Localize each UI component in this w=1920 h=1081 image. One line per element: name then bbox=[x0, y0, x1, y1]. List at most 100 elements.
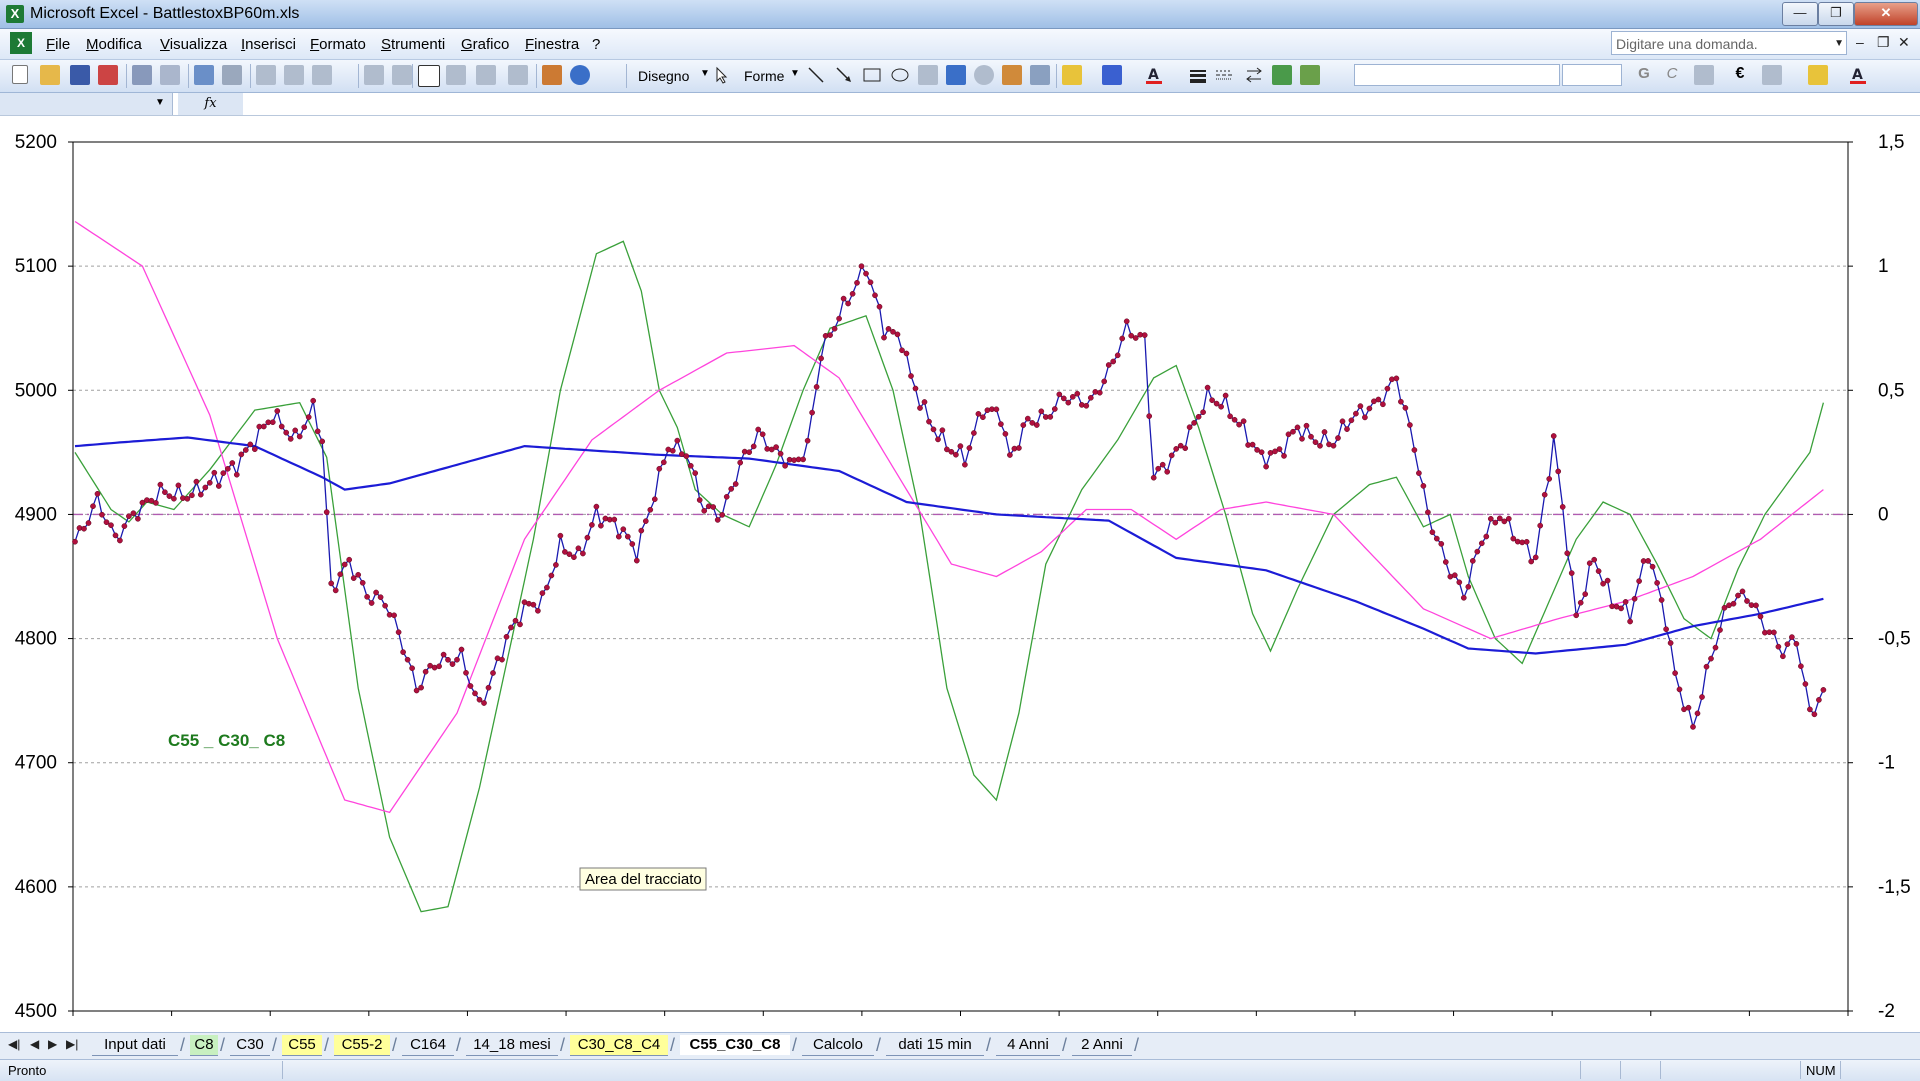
cut-icon[interactable] bbox=[256, 65, 276, 85]
arrow-icon[interactable] bbox=[834, 65, 854, 85]
menu-formato[interactable]: Formato bbox=[310, 36, 366, 53]
menu-help[interactable]: ? bbox=[592, 36, 600, 53]
workbook-restore-button[interactable]: ❐ bbox=[1877, 34, 1890, 51]
line-icon[interactable] bbox=[806, 65, 826, 85]
undo-icon[interactable] bbox=[364, 65, 384, 85]
italic-icon[interactable]: C bbox=[1662, 65, 1682, 85]
chart-svg[interactable]: 5200 5100 5000 4900 4800 4700 4600 4500 1,5 1 0,5 0… bbox=[0, 116, 1920, 1032]
price-marker bbox=[1038, 408, 1045, 415]
textbox-icon[interactable] bbox=[918, 65, 938, 85]
dash-style-icon[interactable] bbox=[1214, 65, 1234, 85]
highlight-fill-icon[interactable] bbox=[1808, 65, 1828, 85]
sheet-tab[interactable]: C30 bbox=[230, 1035, 270, 1056]
ask-question-box[interactable]: Digitare una domanda. ▼ bbox=[1611, 31, 1847, 55]
save-icon[interactable] bbox=[70, 65, 90, 85]
sheet-tab[interactable]: dati 15 min bbox=[886, 1035, 984, 1056]
first-sheet-icon[interactable]: ◀| bbox=[8, 1037, 20, 1051]
permission-icon[interactable] bbox=[98, 65, 118, 85]
sheet-tab[interactable]: C55 bbox=[282, 1035, 322, 1056]
chart-wizard-icon[interactable] bbox=[542, 65, 562, 85]
last-sheet-icon[interactable]: ▶| bbox=[66, 1037, 78, 1051]
font-color-icon[interactable]: A bbox=[1144, 65, 1164, 85]
redo-icon[interactable] bbox=[392, 65, 412, 85]
sheet-tab[interactable]: 14_18 mesi bbox=[466, 1035, 558, 1056]
prev-sheet-icon[interactable]: ◀ bbox=[30, 1037, 39, 1051]
insert-function-icon[interactable]: fx bbox=[178, 93, 243, 115]
sort-icon[interactable] bbox=[508, 65, 528, 85]
draw-menu[interactable]: Disegno bbox=[638, 68, 689, 84]
text-color-icon[interactable]: A bbox=[1848, 65, 1868, 85]
3d-icon[interactable] bbox=[1300, 65, 1320, 85]
sheet-tab[interactable]: C8 bbox=[190, 1035, 218, 1056]
menu-finestra[interactable]: Finestra bbox=[525, 36, 579, 53]
sheet-tab[interactable]: Calcolo bbox=[802, 1035, 874, 1056]
excel-app-icon[interactable]: X bbox=[6, 5, 24, 23]
shapes-menu[interactable]: Forme bbox=[744, 68, 784, 84]
autosum-icon[interactable] bbox=[446, 65, 466, 85]
font-size-dropdown[interactable] bbox=[1562, 64, 1622, 86]
help-icon[interactable] bbox=[570, 65, 590, 85]
tab-divider: / bbox=[670, 1035, 676, 1055]
wordart-icon[interactable] bbox=[946, 65, 966, 85]
arrow-style-icon[interactable] bbox=[1244, 65, 1264, 85]
restore-button[interactable]: ❐ bbox=[1818, 2, 1854, 26]
price-marker bbox=[1353, 410, 1359, 417]
line-color-icon[interactable] bbox=[1102, 65, 1122, 85]
euro-icon[interactable]: € bbox=[1730, 65, 1750, 85]
menu-strumenti[interactable]: Strumenti bbox=[381, 36, 445, 53]
chevron-down-icon[interactable]: ▼ bbox=[700, 68, 710, 79]
fill-color-icon[interactable] bbox=[1062, 65, 1082, 85]
spelling-icon[interactable] bbox=[194, 65, 214, 85]
sheet-tab[interactable]: C55-2 bbox=[334, 1035, 390, 1056]
sheet-tab[interactable]: C30_C8_C4 bbox=[570, 1035, 668, 1056]
menu-grafico[interactable]: Grafico bbox=[461, 36, 509, 53]
open-folder-icon[interactable] bbox=[40, 65, 60, 85]
select-objects-icon[interactable] bbox=[712, 65, 732, 85]
picture-icon[interactable] bbox=[1030, 65, 1050, 85]
chart-area[interactable]: 5200 5100 5000 4900 4800 4700 4600 4500 1,5 1 0,5 0… bbox=[0, 116, 1920, 1032]
print-preview-icon[interactable] bbox=[160, 65, 180, 85]
sheet-tab[interactable]: 2 Anni bbox=[1072, 1035, 1132, 1056]
menu-visualizza[interactable]: Visualizza bbox=[160, 36, 227, 53]
chevron-down-icon[interactable]: ▼ bbox=[1834, 32, 1844, 56]
hyperlink-icon[interactable] bbox=[418, 65, 440, 87]
next-sheet-icon[interactable]: ▶ bbox=[48, 1037, 57, 1051]
sheet-tab[interactable]: 4 Anni bbox=[996, 1035, 1060, 1056]
workbook-close-button[interactable]: ✕ bbox=[1898, 34, 1910, 51]
close-button[interactable]: ✕ bbox=[1854, 2, 1918, 26]
price-marker bbox=[413, 687, 420, 694]
rectangle-icon[interactable] bbox=[862, 65, 882, 85]
name-box[interactable]: ▼ bbox=[0, 93, 173, 115]
sigma-icon[interactable] bbox=[476, 65, 496, 85]
price-marker bbox=[1407, 422, 1413, 428]
align-icon[interactable] bbox=[1694, 65, 1714, 85]
menu-file[interactable]: File bbox=[46, 36, 70, 53]
chevron-down-icon[interactable]: ▼ bbox=[155, 97, 165, 108]
menu-inserisci[interactable]: Inserisci bbox=[241, 36, 296, 53]
borders-icon[interactable] bbox=[1762, 65, 1782, 85]
clipart-icon[interactable] bbox=[1002, 65, 1022, 85]
status-separator bbox=[1620, 1061, 1621, 1079]
sheet-tab[interactable]: C164 bbox=[402, 1035, 454, 1056]
paste-icon[interactable] bbox=[312, 65, 332, 85]
line-style-icon[interactable] bbox=[1188, 65, 1208, 85]
menu-modifica[interactable]: Modifica bbox=[86, 36, 142, 53]
price-marker bbox=[454, 656, 460, 663]
font-name-dropdown[interactable] bbox=[1354, 64, 1560, 86]
research-icon[interactable] bbox=[222, 65, 242, 85]
print-icon[interactable] bbox=[132, 65, 152, 85]
sheet-tab[interactable]: C55_C30_C8 bbox=[680, 1035, 790, 1055]
price-marker bbox=[1667, 640, 1674, 646]
new-file-icon[interactable] bbox=[12, 65, 28, 84]
bold-icon[interactable]: G bbox=[1634, 65, 1654, 85]
diagram-icon[interactable] bbox=[974, 65, 994, 85]
shadow-icon[interactable] bbox=[1272, 65, 1292, 85]
minimize-button[interactable]: — bbox=[1782, 2, 1818, 26]
workbook-icon[interactable]: X bbox=[10, 32, 32, 54]
chevron-down-icon[interactable]: ▼ bbox=[790, 68, 800, 79]
oval-icon[interactable] bbox=[890, 65, 910, 85]
price-marker bbox=[1784, 641, 1791, 648]
copy-icon[interactable] bbox=[284, 65, 304, 85]
sheet-tab[interactable]: Input dati bbox=[92, 1035, 178, 1056]
workbook-minimize-button[interactable]: – bbox=[1856, 34, 1864, 50]
